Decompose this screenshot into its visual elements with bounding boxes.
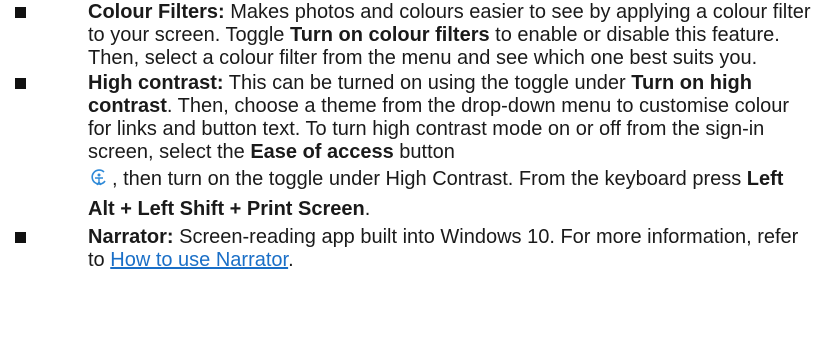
bullet-square-icon xyxy=(15,78,26,89)
bullet-square-icon xyxy=(15,232,26,243)
accessibility-feature-list: Colour Filters: Makes photos and colours… xyxy=(0,0,814,272)
item-title: Colour Filters: xyxy=(88,1,225,23)
item-title: Narrator: xyxy=(88,226,174,248)
item-title: High contrast: xyxy=(88,72,224,94)
icon-line: , then turn on the toggle under High Con… xyxy=(88,164,814,224)
item-text: button xyxy=(393,141,455,163)
ease-of-access-icon xyxy=(88,167,110,187)
item-text: . xyxy=(364,198,371,220)
item-text: , then turn on the toggle under High Con… xyxy=(112,168,747,190)
item-text: This can be turned on using the toggle u… xyxy=(223,72,632,94)
item-bold-text: Turn on colour filters xyxy=(289,24,490,46)
item-bold-text: Ease of access xyxy=(250,141,394,163)
list-item-narrator: Narrator: Screen-reading app built into … xyxy=(0,226,814,272)
item-text: . xyxy=(288,249,294,271)
list-item-high-contrast: High contrast: This can be turned on usi… xyxy=(0,72,814,224)
how-to-use-narrator-link[interactable]: How to use Narrator xyxy=(110,249,288,271)
bullet-square-icon xyxy=(15,7,26,18)
list-item-colour-filters: Colour Filters: Makes photos and colours… xyxy=(0,1,814,70)
